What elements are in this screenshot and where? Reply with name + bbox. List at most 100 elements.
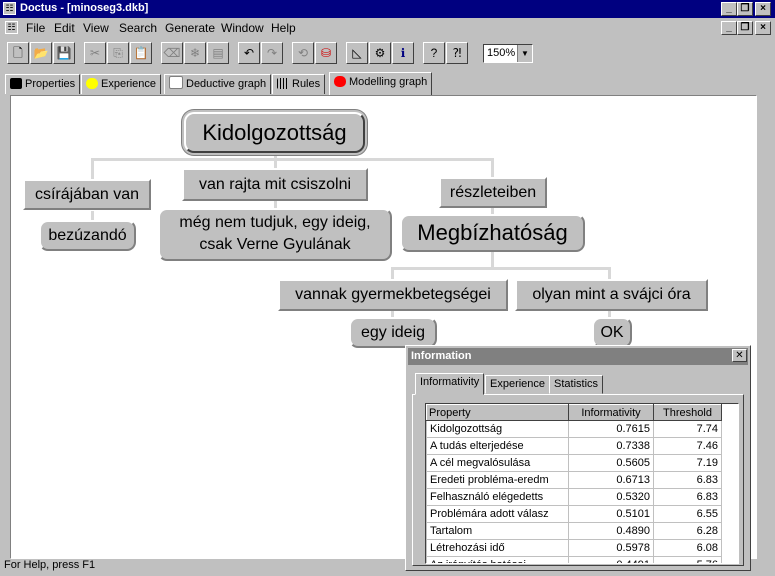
property-cell: A tudás elterjedése	[426, 437, 569, 455]
menu-file[interactable]: File	[26, 21, 45, 35]
result-node[interactable]: bezúzandó	[39, 220, 136, 251]
value-node[interactable]: vannak gyermekbetegségei	[278, 279, 508, 311]
threshold-cell: 6.55	[653, 505, 722, 523]
node-label: Kidolgozottság	[202, 120, 347, 145]
menu-generate[interactable]: Generate	[165, 21, 215, 35]
value-node[interactable]: van rajta mit csiszolni	[182, 168, 368, 201]
result-node[interactable]: egy ideig	[349, 317, 437, 348]
properties-icon[interactable]: ▤	[207, 42, 229, 64]
new-icon[interactable]: 🗋	[7, 42, 29, 64]
informativity-cell: 0.5978	[568, 539, 654, 557]
close-icon[interactable]: ✕	[732, 349, 747, 362]
tab-experience[interactable]: Experience	[81, 74, 162, 94]
table-row[interactable]: A tudás elterjedése 0.7338 7.46	[426, 437, 722, 455]
tab-informativity[interactable]: Informativity	[415, 373, 485, 395]
menu-view[interactable]: View	[83, 21, 109, 35]
table-row[interactable]: Tartalom 0.4890 6.28	[426, 522, 722, 540]
table-row[interactable]: Az irányítás hatásaj0.44915.76	[426, 556, 722, 563]
node-label: Megbízhatóság	[417, 220, 568, 245]
menu-edit[interactable]: Edit	[54, 21, 75, 35]
tab-modelling-graph[interactable]: Modelling graph	[329, 72, 433, 95]
node-label: egy ideig	[360, 324, 426, 341]
menu-window[interactable]: Window	[221, 21, 264, 35]
node-label: OK	[600, 324, 624, 341]
table-row[interactable]: Kidolgozottság 0.7615 7.74	[426, 420, 722, 438]
column-header[interactable]: Property	[426, 404, 569, 421]
value-node[interactable]: olyan mint a svájci óra	[515, 279, 708, 311]
gear-icon[interactable]: ⚙	[369, 42, 391, 64]
property-cell: A cél megvalósulása	[426, 454, 569, 472]
triangle-icon[interactable]: ◺	[346, 42, 368, 64]
doc-close-icon[interactable]: ×	[755, 21, 771, 35]
tab-label: Rules	[292, 78, 321, 90]
copy-icon[interactable]: ⎘	[107, 42, 129, 64]
tab-label: Experience	[101, 78, 157, 90]
informativity-cell: 0.7615	[568, 420, 654, 438]
table-row[interactable]: A cél megvalósulása 0.5605 7.19	[426, 454, 722, 472]
help-icon[interactable]: ?	[423, 42, 445, 64]
node-label: bezúzandó	[48, 227, 127, 244]
close-icon[interactable]: ×	[755, 2, 771, 16]
tab-experience[interactable]: Experience	[485, 375, 551, 394]
node-label: van rajta mit csiszolni	[198, 176, 352, 193]
tab-deductive-graph[interactable]: Deductive graph	[164, 74, 272, 94]
database-tab-icon	[334, 76, 346, 87]
column-header[interactable]: Informativity	[568, 404, 654, 421]
value-node[interactable]: részleteiben	[439, 177, 547, 208]
info-icon[interactable]: ℹ	[392, 42, 414, 64]
informativity-cell: 0.5320	[568, 488, 654, 506]
zoom-select[interactable]: 150% ▼	[483, 44, 533, 63]
bulb-icon	[86, 78, 98, 89]
table-row[interactable]: Létrehozási idő 0.5978 6.08	[426, 539, 722, 557]
result-node[interactable]: OK	[592, 317, 632, 348]
minimize-icon[interactable]: _	[721, 2, 737, 16]
app-icon[interactable]: ☷	[3, 2, 16, 15]
information-window[interactable]: Information ✕ Informativity Experience S…	[405, 345, 751, 571]
tab-statistics[interactable]: Statistics	[549, 375, 604, 394]
column-header[interactable]: Threshold	[653, 404, 722, 421]
threshold-cell: 6.83	[653, 471, 722, 489]
paste-icon[interactable]: 📋	[130, 42, 152, 64]
table-row[interactable]: Problémára adott válasz 0.5101 6.55	[426, 505, 722, 523]
window-title: Doctus - [minoseg3.dkb]	[20, 2, 149, 14]
menu-help[interactable]: Help	[271, 21, 296, 35]
result-node[interactable]: még nem tudjuk, egy ideig, csak Verne Gyu…	[158, 208, 392, 261]
threshold-cell: 7.74	[653, 420, 722, 438]
information-title-bar[interactable]: Information	[408, 348, 748, 365]
table-row[interactable]: Felhasználó elégedetts 0.5320 6.83	[426, 488, 722, 506]
cut-icon[interactable]: ✂	[84, 42, 106, 64]
connector	[91, 158, 494, 161]
context-help-icon[interactable]: ⁈	[446, 42, 468, 64]
redo-icon[interactable]: ↷	[261, 42, 283, 64]
attribute-node[interactable]: Megbízhatóság	[400, 214, 585, 252]
information-title: Information	[411, 350, 472, 362]
value-node[interactable]: csírájában van	[23, 179, 151, 210]
tab-label: Experience	[490, 378, 546, 390]
doc-minimize-icon[interactable]: _	[721, 21, 737, 35]
snowflake-icon[interactable]: ❄	[184, 42, 206, 64]
tab-properties[interactable]: Properties	[5, 74, 81, 94]
restore-icon[interactable]: ❐	[737, 2, 753, 16]
undo-icon[interactable]: ↶	[238, 42, 260, 64]
property-cell: Kidolgozottság	[426, 420, 569, 438]
property-cell: Tartalom	[426, 522, 569, 540]
toolbar: 🗋 📂 💾 ✂ ⎘ 📋 ⌫ ❄ ▤ ↶ ↷ ⟲ ⛁ ◺ ⚙ ℹ ? ⁈ 150%…	[0, 40, 775, 68]
open-icon[interactable]: 📂	[30, 42, 52, 64]
save-icon[interactable]: 💾	[53, 42, 75, 64]
property-cell: Létrehozási idő	[426, 539, 569, 557]
root-node[interactable]: Kidolgozottság	[184, 112, 365, 153]
properties-tab-icon	[10, 78, 22, 89]
document-icon[interactable]: ☷	[5, 21, 18, 34]
node-label: még nem tudjuk, egy ideig,	[179, 214, 371, 231]
property-cell: Eredeti probléma-eredm	[426, 471, 569, 489]
menu-search[interactable]: Search	[119, 21, 157, 35]
database-icon[interactable]: ⛁	[315, 42, 337, 64]
eraser-icon[interactable]: ⌫	[161, 42, 183, 64]
chevron-down-icon[interactable]: ▼	[517, 45, 532, 62]
table-row[interactable]: Eredeti probléma-eredm 0.6713 6.83	[426, 471, 722, 489]
tab-rules[interactable]: Rules	[272, 74, 326, 94]
node-label: olyan mint a svájci óra	[532, 286, 691, 303]
informativity-table[interactable]: Property Informativity Threshold Kidolgo…	[425, 403, 739, 564]
link-icon[interactable]: ⟲	[292, 42, 314, 64]
doc-restore-icon[interactable]: ❐	[737, 21, 753, 35]
